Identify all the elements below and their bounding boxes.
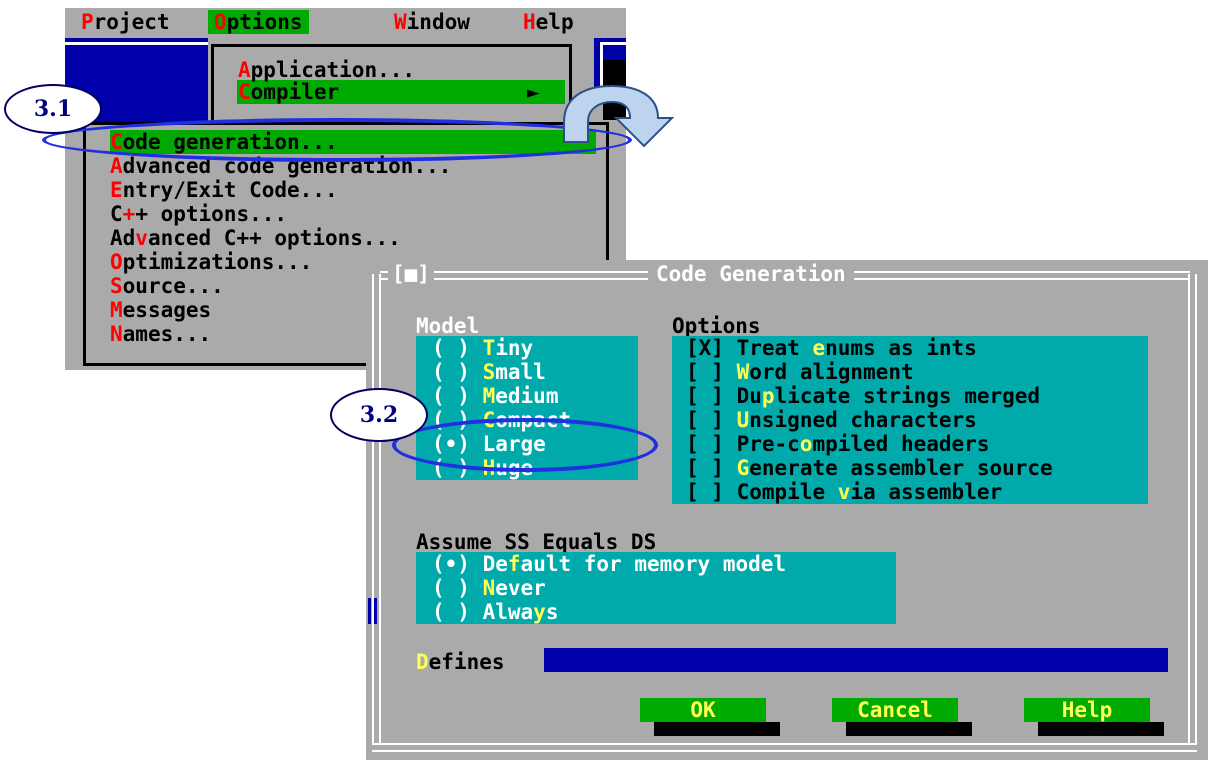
close-box[interactable]: [■] — [388, 262, 434, 286]
curved-arrow-icon — [563, 84, 675, 148]
close-icon: [■] — [392, 262, 430, 286]
edge-artifact — [368, 598, 371, 624]
menu-help-label: elp — [535, 10, 574, 34]
menu-window-label: indow — [406, 10, 470, 34]
application-hotkey: A — [238, 58, 251, 82]
ok-button-shadow — [654, 722, 780, 736]
code-generation-dialog: [■] Code Generation Model ( ) Tiny ( ) S… — [366, 260, 1208, 760]
submenu-item-entry-exit-code[interactable]: Entry/Exit Code... — [110, 178, 451, 202]
menu-help-hotkey: H — [523, 10, 536, 34]
highlight-ring-large — [392, 418, 658, 472]
help-button[interactable]: Help — [1024, 698, 1150, 722]
help-button-shadow — [1038, 722, 1164, 736]
highlight-ring-code-generation — [42, 118, 632, 162]
assume-ss-radio-group: (•) Default for memory model ( ) Never (… — [416, 552, 896, 624]
dialog-frame-bottom — [372, 743, 1197, 752]
option-treat-enums-as-ints[interactable]: [X] Treat enums as ints — [672, 336, 1148, 360]
submenu-item-cpp-options[interactable]: C++ options... — [110, 202, 451, 226]
menu-project-hotkey: P — [81, 10, 94, 34]
menu-bar: Project Options Window Help — [65, 8, 626, 36]
menu-options-label: ptions — [226, 10, 303, 34]
menu-options[interactable]: Options — [208, 10, 309, 34]
assume-option-always[interactable]: ( ) Always — [416, 600, 896, 624]
options-checkbox-group: [X] Treat enums as ints [ ] Word alignme… — [672, 336, 1148, 504]
compiler-hotkey: C — [238, 80, 251, 104]
menu-project-label: roject — [93, 10, 170, 34]
dialog-frame-left — [372, 274, 381, 744]
assume-option-default[interactable]: (•) Default for memory model — [416, 552, 896, 576]
defines-input[interactable] — [544, 648, 1168, 672]
step-callout-3-1: 3.1 — [4, 84, 102, 134]
defines-label: Defines — [416, 650, 505, 674]
option-compile-via-assembler[interactable]: [ ] Compile via assembler — [672, 480, 1148, 504]
cancel-button-shadow — [846, 722, 972, 736]
edge-artifact-2 — [374, 598, 377, 624]
cancel-button[interactable]: Cancel — [832, 698, 958, 722]
compiler-label: ompiler — [250, 80, 340, 104]
model-option-medium[interactable]: ( ) Medium — [416, 384, 638, 408]
assume-option-never[interactable]: ( ) Never — [416, 576, 896, 600]
option-word-alignment[interactable]: [ ] Word alignment — [672, 360, 1148, 384]
ok-button[interactable]: OK — [640, 698, 766, 722]
option-pre-compiled-headers[interactable]: [ ] Pre-compiled headers — [672, 432, 1148, 456]
dialog-title: Code Generation — [648, 262, 854, 286]
submenu-item-advanced-cpp-options[interactable]: Advanced C++ options... — [110, 226, 451, 250]
menu-item-compiler[interactable]: Compiler — [238, 80, 339, 104]
step-callout-3-2: 3.2 — [330, 388, 428, 442]
triangle-right-icon: ► — [527, 80, 540, 104]
option-duplicate-strings-merged[interactable]: [ ] Duplicate strings merged — [672, 384, 1148, 408]
application-label: pplication... — [250, 58, 416, 82]
menu-window[interactable]: Window — [388, 10, 476, 34]
option-unsigned-characters[interactable]: [ ] Unsigned characters — [672, 408, 1148, 432]
model-group-label: Model — [416, 314, 480, 338]
options-group-label: Options — [672, 314, 761, 338]
model-option-small[interactable]: ( ) Small — [416, 360, 638, 384]
menu-item-application[interactable]: Application... — [238, 58, 415, 82]
assume-ss-group-label: Assume SS Equals DS — [416, 530, 657, 554]
menu-help[interactable]: Help — [517, 10, 580, 34]
menu-project[interactable]: Project — [75, 10, 176, 34]
model-option-tiny[interactable]: ( ) Tiny — [416, 336, 638, 360]
dialog-frame-right — [1188, 274, 1197, 744]
menu-window-hotkey: W — [394, 10, 407, 34]
option-generate-assembler-source[interactable]: [ ] Generate assembler source — [672, 456, 1148, 480]
menu-options-hotkey: O — [214, 10, 227, 34]
